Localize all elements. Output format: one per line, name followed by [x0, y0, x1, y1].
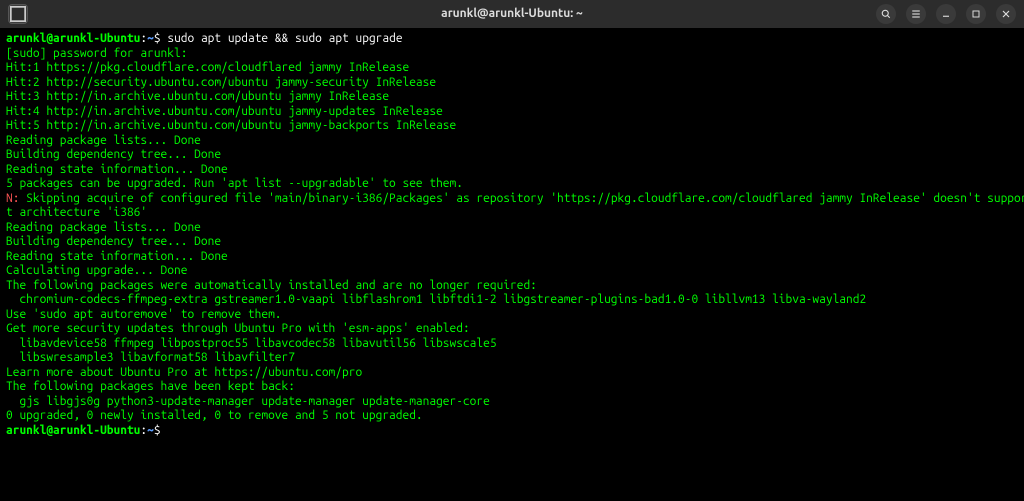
menu-button[interactable] — [906, 4, 926, 24]
minimize-button[interactable] — [936, 4, 956, 24]
output-line: Building dependency tree... Done — [6, 235, 221, 248]
titlebar: arunkl@arunkl-Ubuntu: ~ — [0, 0, 1024, 28]
output-line: Hit:5 http://in.archive.ubuntu.com/ubunt… — [6, 119, 456, 132]
new-tab-button[interactable] — [8, 4, 28, 24]
search-button[interactable] — [876, 4, 896, 24]
close-button[interactable] — [996, 4, 1016, 24]
output-line: Reading state information... Done — [6, 163, 228, 176]
close-icon — [1000, 8, 1012, 20]
output-line: The following packages have been kept ba… — [6, 380, 295, 393]
titlebar-left — [8, 4, 28, 24]
search-icon — [880, 8, 892, 20]
minimize-icon — [940, 8, 952, 20]
output-line: Building dependency tree... Done — [6, 148, 221, 161]
output-line: 0 upgraded, 0 newly installed, 0 to remo… — [6, 409, 423, 422]
output-line: libswresample3 libavformat58 libavfilter… — [6, 351, 295, 364]
output-line: Hit:1 https://pkg.cloudflare.com/cloudfl… — [6, 61, 409, 74]
output-line: Calculating upgrade... Done — [6, 264, 187, 277]
output-line: Hit:2 http://security.ubuntu.com/ubuntu … — [6, 76, 436, 89]
prompt-symbol: $ — [154, 32, 161, 45]
output-line: The following packages were automaticall… — [6, 279, 537, 292]
output-line: Hit:3 http://in.archive.ubuntu.com/ubunt… — [6, 90, 389, 103]
maximize-button[interactable] — [966, 4, 986, 24]
output-line: Reading package lists... Done — [6, 221, 201, 234]
output-line: Use 'sudo apt autoremove' to remove them… — [6, 308, 282, 321]
output-line: Learn more about Ubuntu Pro at https://u… — [6, 366, 362, 379]
terminal-icon — [9, 5, 27, 23]
output-line: Skipping acquire of configured file 'mai… — [19, 192, 1024, 205]
output-line: libavdevice58 ffmpeg libpostproc55 libav… — [6, 337, 497, 350]
output-line: gjs libgjs0g python3-update-manager upda… — [6, 395, 490, 408]
prompt-user: arunkl@arunkl-Ubuntu — [6, 424, 140, 437]
titlebar-right — [876, 4, 1016, 24]
prompt-symbol: $ — [154, 424, 161, 437]
cursor — [161, 424, 168, 437]
output-line: t architecture 'i386' — [6, 206, 147, 219]
output-line: Hit:4 http://in.archive.ubuntu.com/ubunt… — [6, 105, 443, 118]
output-line: Reading package lists... Done — [6, 134, 201, 147]
prompt-path: ~ — [147, 32, 154, 45]
hamburger-icon — [910, 8, 922, 20]
prompt-user: arunkl@arunkl-Ubuntu — [6, 32, 140, 45]
output-line: Reading state information... Done — [6, 250, 228, 263]
output-line: 5 packages can be upgraded. Run 'apt lis… — [6, 177, 463, 190]
prompt-path: ~ — [147, 424, 154, 437]
output-line: Get more security updates through Ubuntu… — [6, 322, 470, 335]
terminal-output[interactable]: arunkl@arunkl-Ubuntu:~$ sudo apt update … — [0, 28, 1024, 501]
window-title: arunkl@arunkl-Ubuntu: ~ — [8, 7, 1016, 22]
command-text: sudo apt update && sudo apt upgrade — [167, 32, 402, 45]
maximize-icon — [970, 8, 982, 20]
output-line-warn-prefix: N: — [6, 192, 19, 205]
output-line: [sudo] password for arunkl: — [6, 47, 187, 60]
output-line: chromium-codecs-ffmpeg-extra gstreamer1.… — [6, 293, 866, 306]
